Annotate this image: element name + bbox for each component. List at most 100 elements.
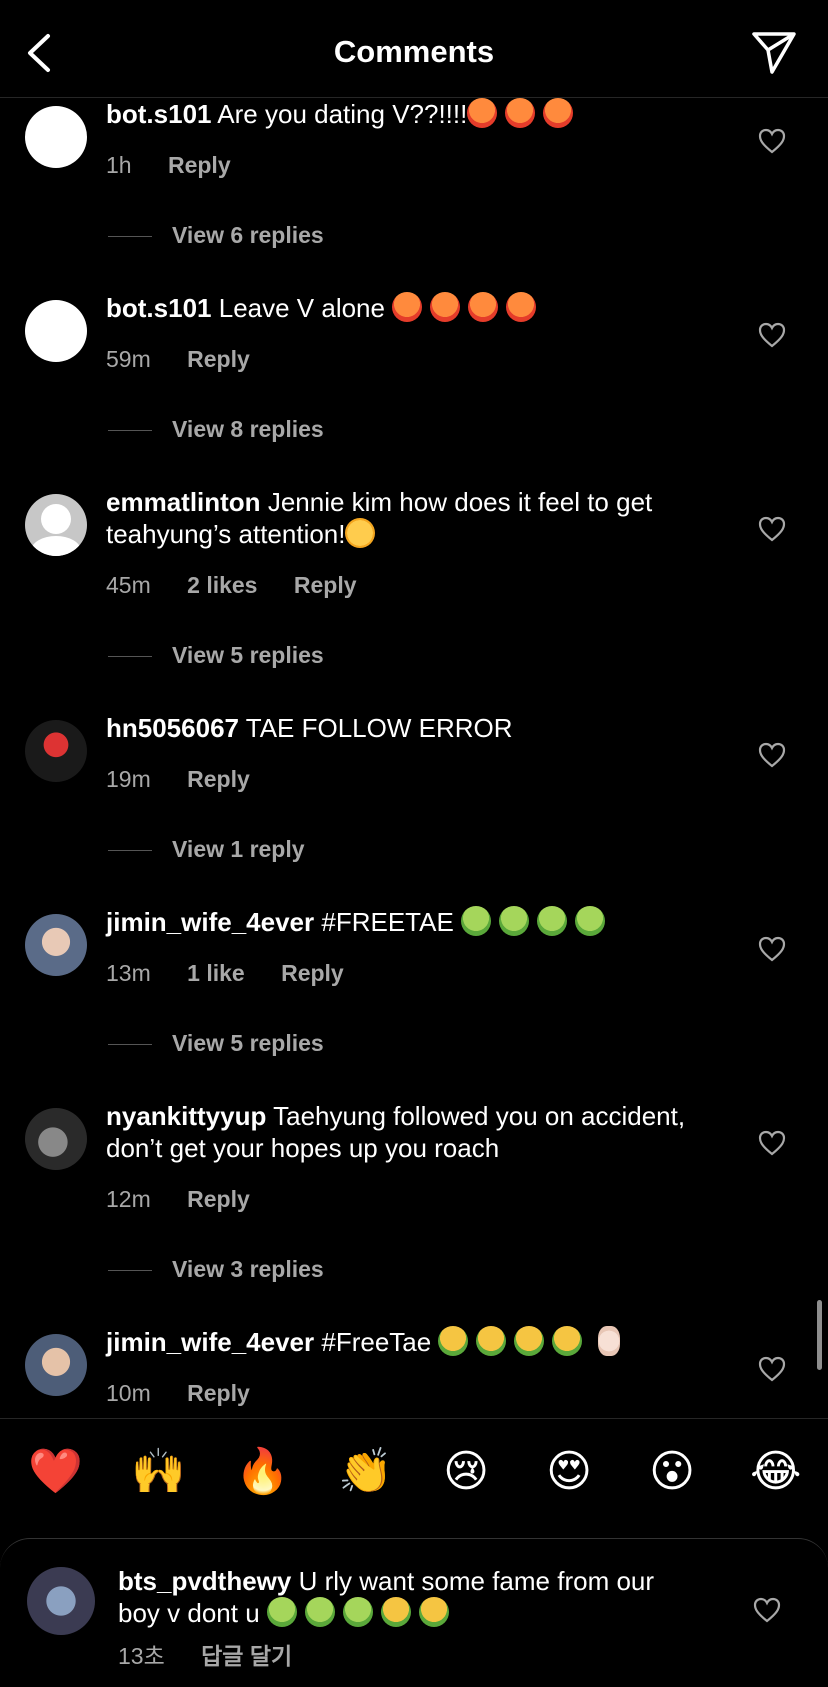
comment-text-block: jimin_wife_4ever #FreeTae: [106, 1326, 726, 1358]
comment-meta: 13m 1 like Reply: [106, 960, 374, 987]
view-replies-button[interactable]: View 5 replies: [108, 642, 324, 669]
view-replies-button[interactable]: View 1 reply: [108, 836, 305, 863]
comment-text-block: bot.s101 Are you dating V??!!!!: [106, 98, 726, 130]
comment-username[interactable]: jimin_wife_4ever: [106, 1327, 314, 1357]
heart-outline-icon[interactable]: [758, 742, 786, 768]
reply-button[interactable]: Reply: [281, 960, 344, 986]
reply-button[interactable]: Reply: [187, 346, 250, 372]
comment-username[interactable]: nyankittyyup: [106, 1101, 266, 1131]
avatar[interactable]: [25, 1108, 87, 1170]
heart-outline-icon[interactable]: [758, 1130, 786, 1156]
comment-meta: 10m Reply: [106, 1380, 280, 1407]
angry-emoji-icon: [392, 292, 544, 323]
comment-body: TAE FOLLOW ERROR: [245, 713, 513, 743]
comment-meta: 12m Reply: [106, 1186, 280, 1213]
comment-meta: 19m Reply: [106, 766, 280, 793]
upside-down-face-emoji-icon: [345, 518, 376, 548]
comment-username[interactable]: bts_pvdthewy: [118, 1566, 291, 1596]
emoji-reaction-bar: ❤️ 🙌 🔥 👏 😢 😍 😮 😂: [0, 1418, 828, 1528]
heart-outline-icon[interactable]: [758, 516, 786, 542]
reaction-heart-eyes-icon[interactable]: 😍: [544, 1447, 594, 1497]
view-replies-button[interactable]: View 3 replies: [108, 1256, 324, 1283]
heart-outline-icon[interactable]: [758, 1356, 786, 1382]
avatar[interactable]: [27, 1567, 95, 1635]
view-replies-button[interactable]: View 8 replies: [108, 416, 324, 443]
default-avatar-icon: [41, 504, 71, 534]
comment-time: 12m: [106, 1186, 151, 1212]
replies-divider: [108, 850, 152, 852]
header: Comments: [0, 0, 828, 98]
reply-button[interactable]: Reply: [168, 152, 231, 178]
avatar[interactable]: [25, 106, 87, 168]
scrollbar[interactable]: [817, 1300, 822, 1370]
comment-username[interactable]: emmatlinton: [106, 487, 261, 517]
reaction-wow-icon[interactable]: 😮: [647, 1447, 697, 1497]
replies-divider: [108, 236, 152, 238]
comment-time: 10m: [106, 1380, 151, 1406]
comment-time: 19m: [106, 766, 151, 792]
avatar[interactable]: [25, 914, 87, 976]
comment-body: Are you dating V??!!!!: [217, 99, 468, 129]
comment-meta: 59m Reply: [106, 346, 280, 373]
heart-outline-icon[interactable]: [758, 322, 786, 348]
reaction-heart-icon[interactable]: ❤️: [28, 1447, 83, 1497]
comment-body: #FREETAE: [321, 907, 454, 937]
angry-emoji-icon: [467, 98, 581, 129]
comment-username[interactable]: bot.s101: [106, 99, 212, 129]
reaction-cry-icon[interactable]: 😢: [441, 1447, 491, 1497]
comment-time: 1h: [106, 152, 132, 178]
replies-divider: [108, 1270, 152, 1272]
nauseated-face-emoji-icon: [461, 906, 613, 937]
bottom-comment-card: bts_pvdthewy U rly want some fame from o…: [0, 1538, 828, 1687]
comment-meta: 1h Reply: [106, 152, 261, 179]
heart-outline-icon[interactable]: [753, 1597, 781, 1623]
comment-time: 13m: [106, 960, 151, 986]
vomiting-face-emoji-icon: [438, 1326, 590, 1357]
comment-time: 45m: [106, 572, 151, 598]
avatar[interactable]: [25, 1334, 87, 1396]
reaction-laugh-icon[interactable]: 😂: [750, 1447, 801, 1497]
comment-text-block: bts_pvdthewy U rly want some fame from o…: [118, 1565, 698, 1629]
comment-text-block: jimin_wife_4ever #FREETAE: [106, 906, 726, 938]
replies-divider: [108, 430, 152, 432]
comment-text-block: emmatlinton Jennie kim how does it feel …: [106, 486, 726, 550]
nauseated-face-emoji-icon: [266, 1597, 381, 1628]
middle-finger-emoji-icon: [597, 1326, 620, 1356]
avatar[interactable]: [25, 300, 87, 362]
vomiting-face-emoji-icon: [380, 1597, 457, 1628]
reaction-raised-hands-icon[interactable]: 🙌: [131, 1447, 186, 1497]
comment-username[interactable]: jimin_wife_4ever: [106, 907, 314, 937]
comment-username[interactable]: hn5056067: [106, 713, 239, 743]
avatar[interactable]: [25, 720, 87, 782]
comment-text-block: hn5056067 TAE FOLLOW ERROR: [106, 712, 726, 744]
heart-outline-icon[interactable]: [758, 936, 786, 962]
comment-time: 59m: [106, 346, 151, 372]
comment-body: Leave V alone: [218, 293, 385, 323]
comment-username[interactable]: bot.s101: [106, 293, 212, 323]
replies-divider: [108, 656, 152, 658]
reply-button[interactable]: 답글 달기: [201, 1643, 292, 1669]
view-replies-button[interactable]: View 5 replies: [108, 1030, 324, 1057]
comment-meta: 45m 2 likes Reply: [106, 572, 387, 599]
likes-count[interactable]: 2 likes: [187, 572, 257, 598]
reply-button[interactable]: Reply: [187, 766, 250, 792]
reply-button[interactable]: Reply: [187, 1186, 250, 1212]
reply-button[interactable]: Reply: [294, 572, 357, 598]
reaction-clap-icon[interactable]: 👏: [338, 1447, 393, 1497]
page-title: Comments: [333, 34, 495, 69]
replies-divider: [108, 1044, 152, 1046]
reaction-fire-icon[interactable]: 🔥: [235, 1447, 290, 1497]
comment-time: 13초: [118, 1643, 165, 1669]
comment-body: #FreeTae: [321, 1327, 432, 1357]
share-button[interactable]: [750, 28, 798, 76]
comment-text-block: bot.s101 Leave V alone: [106, 292, 726, 324]
reply-button[interactable]: Reply: [187, 1380, 250, 1406]
likes-count[interactable]: 1 like: [187, 960, 245, 986]
comment-text-block: nyankittyyup Taehyung followed you on ac…: [106, 1100, 726, 1164]
comments-list[interactable]: bot.s101 Are you dating V??!!!! 1h Reply…: [0, 98, 828, 1418]
view-replies-button[interactable]: View 6 replies: [108, 222, 324, 249]
paper-plane-icon: [752, 32, 796, 74]
avatar[interactable]: [25, 494, 87, 556]
heart-outline-icon[interactable]: [758, 128, 786, 154]
comment-meta: 13초 답글 달기: [118, 1637, 322, 1671]
